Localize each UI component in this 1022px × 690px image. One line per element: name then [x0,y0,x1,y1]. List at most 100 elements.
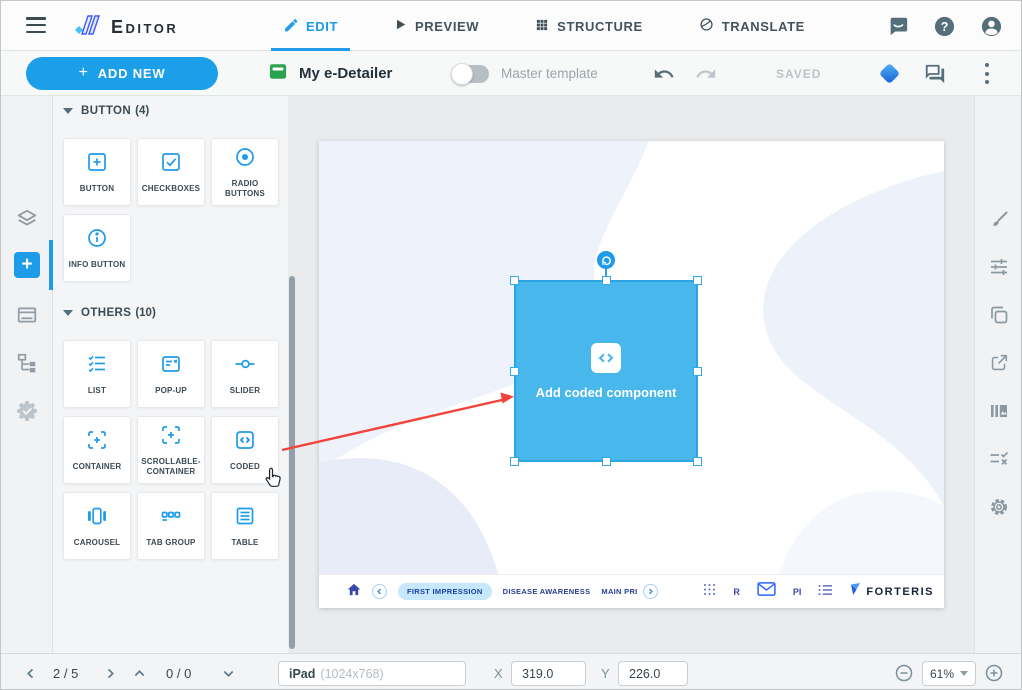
tile-scrollable-container[interactable]: SCROLLABLE-CONTAINER [137,416,205,484]
next-page-icon[interactable] [105,654,116,690]
add-new-button[interactable]: + ADD NEW [26,57,218,90]
nav-page[interactable]: DISEASE AWARENESS [503,587,591,596]
resize-handle-ne[interactable] [693,276,702,285]
chevron-left-icon[interactable] [372,584,387,599]
forum-icon[interactable] [924,51,946,96]
canvas-workspace[interactable]: Add coded component [296,96,974,653]
tile-tab-group[interactable]: TAB GROUP [137,492,205,560]
popup-icon [159,352,183,381]
open-in-new-icon[interactable] [988,352,1010,374]
chevron-down-icon [63,310,73,316]
tile-info-button[interactable]: INFO BUTTON [63,214,131,282]
y-coordinate-input[interactable]: 226.0 [618,661,688,686]
tab-group-icon [159,504,183,533]
radio-buttons-icon [233,145,257,174]
x-coordinate-input[interactable]: 319.0 [511,661,586,686]
nav-page-active[interactable]: FIRST IMPRESSION [398,583,492,600]
list-check-x-icon[interactable] [988,448,1010,470]
panel-scrollbar-thumb[interactable] [289,276,295,649]
panel-scrollbar-track[interactable] [288,96,296,653]
nav-page[interactable]: MAIN PRI [601,587,637,596]
tile-radio-buttons[interactable]: RADIO BUTTONS [211,138,279,206]
tab-edit[interactable]: EDIT [271,1,350,51]
zoom-level-select[interactable]: 61% [922,661,976,686]
tile-checkboxes[interactable]: CHECKBOXES [137,138,205,206]
tile-table[interactable]: TABLE [211,492,279,560]
globe-icon [699,17,714,35]
tree-icon[interactable] [16,352,38,374]
device-selector[interactable]: iPad (1024x768) [278,661,466,686]
section-header-button[interactable]: BUTTON (4) [63,105,149,117]
grid-dots-icon[interactable] [703,583,716,601]
header-right-icons: ? [887,1,1003,51]
master-template-toggle[interactable] [453,65,489,83]
grid-icon [535,18,549,35]
tile-slider[interactable]: SLIDER [211,340,279,408]
chevron-right-icon[interactable] [643,584,658,599]
redo-icon[interactable] [695,51,717,96]
right-icon-rail [974,96,1022,653]
pencil-icon [283,17,298,35]
resize-handle-e[interactable] [693,367,702,376]
columns-image-icon[interactable] [988,400,1010,422]
kebab-menu-icon[interactable] [980,63,994,84]
tune-icon[interactable] [988,256,1010,278]
mail-icon[interactable] [757,582,776,601]
resize-handle-w[interactable] [510,367,519,376]
layer-up-icon[interactable] [134,654,145,690]
forteris-brand[interactable]: FORTERIS [850,582,934,601]
tile-container[interactable]: CONTAINER [63,416,131,484]
resize-handle-sw[interactable] [510,457,519,466]
tab-translate[interactable]: TRANSLATE [687,1,817,51]
tile-coded[interactable]: CODED [211,416,279,484]
caret-down-icon [960,671,968,676]
main-tabs: EDIT PREVIEW STRUCTURE [271,1,817,51]
resize-handle-s[interactable] [602,457,611,466]
scrollable-container-icon [159,423,183,452]
account-icon[interactable] [980,15,1003,38]
editor-app: Editor EDIT PREVIEW [0,0,1022,690]
diamond-icon[interactable] [879,63,900,84]
gear-icon[interactable] [988,496,1010,518]
screens-icon[interactable] [16,304,38,326]
slide-nav-left: FIRST IMPRESSION DISEASE AWARENESS MAIN … [347,575,658,608]
resize-handle-n[interactable] [602,276,611,285]
toggle-knob [451,63,473,85]
badge-check-icon[interactable] [16,400,38,422]
list-bullets-icon[interactable] [818,583,833,601]
chat-smile-icon[interactable] [887,15,909,37]
add-plus-icon: + [21,255,32,274]
zoom-in-icon[interactable] [985,664,1003,682]
tab-preview[interactable]: PREVIEW [382,1,491,51]
master-template-label: Master template [501,66,598,81]
brush-icon[interactable] [988,209,1010,231]
help-icon[interactable]: ? [933,15,956,38]
hamburger-menu-icon[interactable] [26,17,46,33]
copy-icon[interactable] [988,304,1010,326]
layer-down-icon[interactable] [223,654,234,690]
home-icon[interactable] [347,583,361,601]
nav-r-label[interactable]: R [733,587,740,597]
add-components-rail-button[interactable]: + [14,252,40,278]
section-header-others[interactable]: OTHERS (10) [63,307,156,319]
tile-carousel[interactable]: CAROUSEL [63,492,131,560]
table-icon [233,504,257,533]
device-name: iPad [289,667,315,681]
undo-icon[interactable] [653,51,675,96]
tab-structure[interactable]: STRUCTURE [523,1,655,51]
forteris-logo-icon [850,582,861,601]
nav-pi-label[interactable]: PI [793,587,802,597]
status-bar: 2 / 5 0 / 0 iPad (1024x768) X 319.0 Y 22… [1,653,1022,690]
rotate-handle-icon[interactable] [597,251,615,269]
resize-handle-se[interactable] [693,457,702,466]
zoom-out-icon[interactable] [895,664,913,682]
slide[interactable]: Add coded component [319,141,944,608]
coded-component[interactable]: Add coded component [514,280,698,462]
resize-handle-nw[interactable] [510,276,519,285]
tile-button[interactable]: BUTTON [63,138,131,206]
carousel-icon [85,504,109,533]
tile-list[interactable]: LIST [63,340,131,408]
prev-page-icon[interactable] [25,654,36,690]
tile-popup[interactable]: POP-UP [137,340,205,408]
layers-icon[interactable] [16,208,38,230]
